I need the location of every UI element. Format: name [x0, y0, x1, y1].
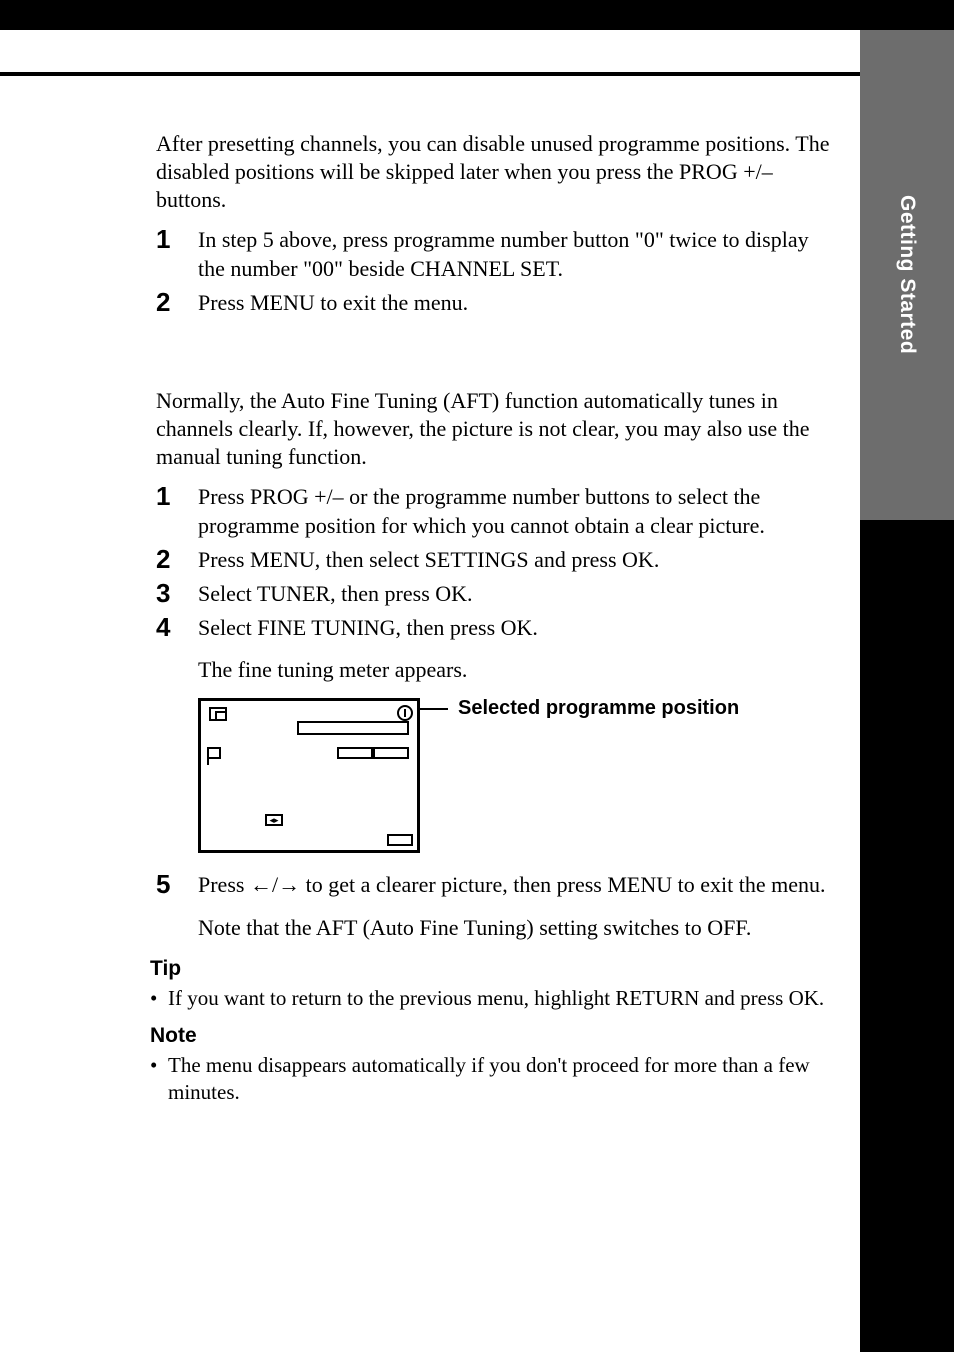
step-number: 3 — [156, 580, 198, 608]
diagram-callout: Selected programme position — [458, 696, 739, 720]
step-number: 4 — [156, 614, 198, 642]
step: 2 Press MENU, then select SETTINGS and p… — [156, 546, 836, 574]
step5-post: to get a clearer picture, then press MEN… — [300, 872, 825, 897]
step: 4 Select FINE TUNING, then press OK. — [156, 614, 836, 642]
note-heading: Note — [150, 1023, 836, 1050]
step-text: Select FINE TUNING, then press OK. — [198, 614, 836, 642]
step5-pre: Press — [198, 872, 250, 897]
step-number: 2 — [156, 289, 198, 317]
diagram-small-box — [387, 834, 413, 846]
page: Getting Started After presetting channel… — [0, 0, 954, 1352]
step-text: Press ←/→ to get a clearer picture, then… — [198, 871, 836, 899]
note-bullet: • The menu disappears automatically if y… — [150, 1052, 836, 1106]
diagram-row: ◂▸ Selected programme position — [198, 698, 836, 853]
tip-heading: Tip — [150, 956, 836, 983]
step-text: Press MENU to exit the menu. — [198, 289, 836, 317]
section2-step5: 5 Press ←/→ to get a clearer picture, th… — [156, 871, 836, 899]
step: 5 Press ←/→ to get a clearer picture, th… — [156, 871, 836, 899]
section1-steps: 1 In step 5 above, press programme numbe… — [156, 226, 836, 316]
step: 2 Press MENU to exit the menu. — [156, 289, 836, 317]
section1-intro: After presetting channels, you can disab… — [156, 130, 836, 214]
step-text: Select TUNER, then press OK. — [198, 580, 836, 608]
step: 1 Press PROG +/– or the programme number… — [156, 483, 836, 539]
step-text: Press MENU, then select SETTINGS and pre… — [198, 546, 836, 574]
flag-icon — [207, 747, 219, 765]
leader-line — [418, 708, 448, 710]
section2-intro: Normally, the Auto Fine Tuning (AFT) fun… — [156, 387, 836, 471]
substep-text: The fine tuning meter appears. — [198, 656, 836, 684]
left-right-icon: ◂▸ — [265, 814, 283, 826]
top-border — [0, 0, 954, 30]
step-number: 1 — [156, 483, 198, 539]
horizontal-rule — [0, 72, 860, 76]
step-text: In step 5 above, press programme number … — [198, 226, 836, 282]
content: After presetting channels, you can disab… — [156, 130, 836, 1106]
step-number: 1 — [156, 226, 198, 282]
step-number: 5 — [156, 871, 198, 899]
arrow-right-icon: → — [278, 872, 300, 897]
side-tab-label: Getting Started — [895, 195, 919, 354]
note-text: The menu disappears automatically if you… — [168, 1052, 836, 1106]
tuning-meter — [337, 747, 409, 759]
tip-text: If you want to return to the previous me… — [168, 985, 824, 1012]
substep-text: Note that the AFT (Auto Fine Tuning) set… — [198, 914, 836, 942]
tv-icon — [209, 707, 227, 721]
step-number: 2 — [156, 546, 198, 574]
arrow-left-icon: ← — [250, 872, 272, 897]
step: 1 In step 5 above, press programme numbe… — [156, 226, 836, 282]
bullet-dot: • — [150, 1052, 168, 1106]
bullet-dot: • — [150, 985, 168, 1012]
programme-indicator-icon — [397, 705, 413, 721]
diagram-field — [297, 721, 409, 735]
step-text: Press PROG +/– or the programme number b… — [198, 483, 836, 539]
fine-tuning-diagram: ◂▸ — [198, 698, 420, 853]
step: 3 Select TUNER, then press OK. — [156, 580, 836, 608]
tip-bullet: • If you want to return to the previous … — [150, 985, 836, 1012]
side-tab: Getting Started — [860, 30, 954, 520]
section2-steps-a: 1 Press PROG +/– or the programme number… — [156, 483, 836, 642]
